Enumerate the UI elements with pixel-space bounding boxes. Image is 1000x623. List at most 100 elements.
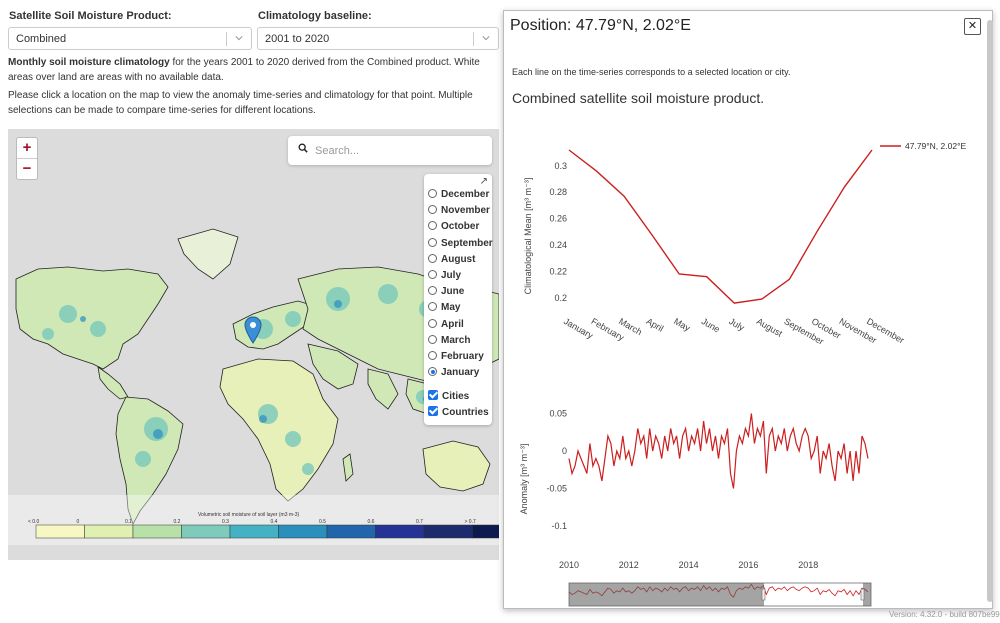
expand-icon[interactable]: ↗ (480, 176, 488, 187)
anomaly-line (568, 413, 869, 489)
month-option-november[interactable]: November (428, 205, 490, 216)
y-tick-label: 0.26 (549, 214, 567, 224)
map-search-box[interactable]: Search... (288, 136, 492, 165)
y-tick-label: 0.24 (549, 240, 567, 250)
month-radio[interactable] (428, 318, 437, 328)
version-text: Version: 4.32.0 - build 807be99 (889, 610, 1000, 619)
month-label: March (441, 334, 471, 346)
colorbar-panel (8, 495, 499, 545)
baseline-label: Climatology baseline: (258, 10, 372, 22)
month-option-december[interactable]: December (428, 189, 489, 200)
colorbar-tick: 0.5 (319, 519, 326, 525)
x-tick-label: 2016 (738, 560, 758, 570)
month-option-june[interactable]: June (428, 286, 464, 297)
month-option-july[interactable]: July (428, 270, 461, 281)
select-divider (226, 32, 227, 46)
month-option-april[interactable]: April (428, 318, 464, 330)
layer-control: ↗ December November October September August… (424, 174, 493, 425)
popup-scrollbar[interactable] (987, 20, 993, 602)
month-label: August (441, 253, 476, 265)
overlay-label: Cities (442, 391, 470, 402)
month-radio[interactable] (428, 253, 437, 263)
zoom-in-button[interactable]: + (17, 138, 37, 159)
month-option-september[interactable]: September (428, 237, 493, 249)
month-label: February (441, 351, 484, 362)
month-radio[interactable] (428, 286, 437, 296)
month-option-october[interactable]: October (428, 221, 479, 232)
month-label: June (441, 286, 465, 298)
colorbar-tick: 0 (76, 519, 80, 525)
month-label: January (441, 367, 480, 379)
month-option-august[interactable]: August (428, 253, 476, 265)
location-popup: Position: 47.79°N, 2.02°E ✕ Each line on… (503, 10, 993, 609)
zoom-out-button[interactable]: − (17, 159, 37, 180)
climatology-line (568, 149, 873, 304)
month-radio[interactable] (428, 367, 437, 377)
month-radio[interactable] (428, 334, 437, 344)
month-radio[interactable] (428, 221, 437, 231)
month-option-march[interactable]: March (428, 334, 471, 346)
range-handle-left (761, 588, 766, 601)
y-tick-label: -0.05 (546, 484, 567, 494)
y-tick-label: 0.28 (549, 187, 567, 197)
month-radio[interactable] (428, 237, 437, 247)
product-label: Satellite Soil Moisture Product: (9, 10, 172, 22)
location-marker-icon[interactable] (244, 316, 262, 344)
month-option-may[interactable]: May (428, 302, 460, 313)
month-label: May (441, 302, 461, 314)
legend-entry: 47.79°N, 2.02°E (905, 141, 966, 151)
checkbox[interactable] (428, 390, 438, 400)
overlay-label: Countries (442, 407, 489, 418)
x-tick-label: 2014 (679, 560, 699, 570)
search-icon (298, 143, 308, 153)
y-tick-label: 0.2 (554, 293, 567, 303)
x-tick-label: April (645, 316, 666, 334)
soil-moisture-map[interactable]: + − Search... ↗ December November October S… (8, 129, 499, 560)
x-tick-label: 2010 (559, 560, 579, 570)
product-select-value: Combined (16, 33, 67, 45)
baseline-select-value: 2001 to 2020 (265, 33, 330, 45)
colorbar-title: Volumetric soil moisture of soil layer (… (198, 512, 300, 518)
map-instructions: Please click a location on the map to vi… (8, 90, 473, 116)
x-tick-label: July (727, 316, 746, 333)
colorbar-tick: 0.3 (222, 519, 229, 525)
x-tick-label: 2012 (619, 560, 639, 570)
colorbar-tick: < 0.0 (28, 519, 40, 525)
x-tick-label: 2018 (798, 560, 818, 570)
timeseries-chart[interactable]: 0.20.220.240.260.280.3JanuaryFebruaryMar… (504, 11, 993, 609)
month-label: April (441, 318, 464, 330)
y-tick-label: 0.3 (554, 161, 567, 171)
month-label: July (441, 270, 462, 281)
month-radio[interactable] (428, 189, 437, 198)
month-radio[interactable] (428, 351, 437, 360)
month-label: November (441, 205, 490, 217)
y-tick-label: -0.1 (551, 521, 567, 531)
colorbar-tick: 0.6 (367, 519, 375, 525)
month-option-january[interactable]: January (428, 367, 479, 378)
checkbox[interactable] (428, 406, 438, 416)
month-option-february[interactable]: February (428, 351, 484, 362)
colorbar-tick: 0.4 (270, 519, 278, 525)
description-bold: Monthly soil moisture climatology (8, 57, 170, 68)
search-placeholder: Search... (315, 145, 360, 157)
zoom-control: + − (16, 137, 38, 180)
month-radio[interactable] (428, 302, 437, 312)
y-tick-label: 0 (562, 446, 567, 456)
chevron-down-icon (482, 36, 490, 41)
x-tick-label: May (672, 316, 692, 333)
y-tick-label: 0.22 (549, 266, 567, 276)
overlay-option-countries[interactable]: Countries (428, 406, 489, 418)
product-select[interactable]: Combined (8, 27, 252, 50)
y-axis-title: Climatological Mean [m³ m⁻³] (523, 178, 533, 295)
colorbar-tick: 0.1 (125, 519, 132, 525)
overlay-option-cities[interactable]: Cities (428, 390, 469, 402)
y-tick-label: 0.05 (549, 409, 567, 419)
month-radio[interactable] (428, 205, 437, 215)
month-label: October (441, 221, 480, 233)
x-tick-label: August (755, 316, 785, 339)
x-tick-label: June (700, 316, 722, 334)
baseline-select[interactable]: 2001 to 2020 (257, 27, 499, 50)
chevron-down-icon (235, 36, 243, 41)
month-radio[interactable] (428, 270, 437, 279)
month-label: December (441, 189, 490, 200)
